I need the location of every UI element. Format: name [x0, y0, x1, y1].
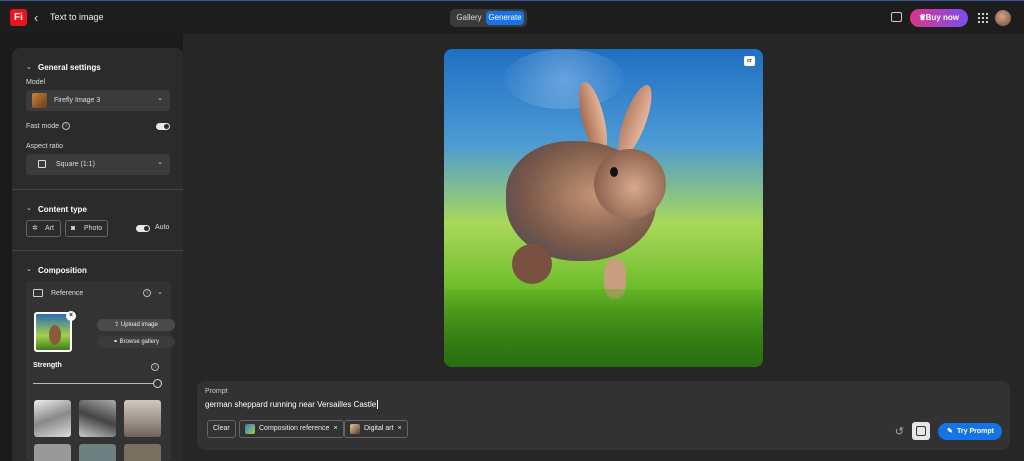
remove-reference-icon[interactable]: ×	[66, 311, 76, 321]
close-icon[interactable]: ×	[333, 421, 337, 437]
tab-generate[interactable]: Generate	[486, 11, 524, 25]
rabbit-shape	[49, 325, 61, 345]
view-switcher: Gallery Generate	[450, 9, 527, 27]
try-prompt-button[interactable]: ✎ Try Prompt	[938, 423, 1002, 440]
binoculars-icon: ⚭	[112, 339, 118, 345]
style-thumbnail[interactable]	[34, 400, 71, 437]
digital-art-chip[interactable]: Digital art ×	[344, 420, 408, 438]
chevron-down-icon: ⌄	[157, 159, 163, 166]
settings-sidebar: ⌄ General settings Model Firefly Image 3…	[12, 48, 183, 461]
apps-grid-icon[interactable]	[978, 13, 988, 23]
rabbit-head	[594, 149, 666, 219]
prompt-text: german sheppard running near Versailles …	[205, 400, 377, 409]
model-value: Firefly Image 3	[54, 97, 101, 104]
rabbit-leg	[512, 244, 552, 284]
image-reference-icon	[916, 426, 926, 436]
reference-label: Reference	[51, 290, 84, 297]
art-label: Art	[45, 225, 54, 232]
photo-label: Photo	[84, 225, 103, 232]
chip-thumbnail	[245, 424, 255, 434]
firefly-logo[interactable]: Fi	[10, 9, 27, 26]
style-thumbnail[interactable]	[124, 400, 161, 437]
edit-icon: ✎	[947, 428, 953, 435]
page-title: Text to image	[50, 12, 104, 22]
clear-label: Clear	[213, 425, 230, 432]
buy-now-label: Buy now	[925, 13, 959, 22]
reference-panel: Reference i ⌄ × ⇪ Upload image ⚭ Browse …	[26, 281, 175, 461]
buy-now-button[interactable]: ♛ Buy now	[910, 9, 968, 27]
upload-icon: ⇪	[114, 322, 120, 328]
art-button[interactable]: ✲ Art	[26, 220, 61, 237]
tab-gallery[interactable]: Gallery	[453, 11, 485, 25]
content-credentials-icon[interactable]: cr	[744, 56, 755, 66]
reference-icon	[33, 289, 43, 297]
browse-gallery-button[interactable]: ⚭ Browse gallery	[97, 336, 175, 348]
history-icon[interactable]: ↺	[895, 425, 904, 438]
top-bar: Fi ‹ Text to image Gallery Generate ♛ Bu…	[0, 0, 1024, 34]
rabbit-ear	[611, 81, 659, 160]
clear-button[interactable]: Clear	[207, 420, 236, 438]
style-thumbnail[interactable]	[34, 444, 71, 461]
try-prompt-label: Try Prompt	[957, 428, 994, 435]
photo-button[interactable]: ◙ Photo	[65, 220, 108, 237]
avatar[interactable]	[995, 10, 1011, 26]
chip-thumbnail	[350, 424, 360, 434]
strength-slider-handle[interactable]	[153, 379, 162, 388]
upload-image-button[interactable]: ⇪ Upload image	[97, 319, 175, 331]
prompt-input[interactable]: german sheppard running near Versailles …	[205, 400, 379, 410]
strength-label: Strength	[33, 362, 62, 369]
upload-image-label: Upload image	[120, 322, 158, 328]
strength-slider-track[interactable]	[33, 383, 155, 384]
model-select[interactable]: Firefly Image 3 ⌄	[26, 90, 170, 111]
composition-title: Composition	[38, 266, 87, 275]
chevron-left-icon[interactable]: ‹	[34, 10, 38, 25]
fast-mode-toggle[interactable]	[156, 123, 170, 130]
content-type-title: Content type	[38, 205, 87, 214]
auto-label: Auto	[155, 224, 170, 231]
divider	[12, 189, 183, 190]
prompt-label: Prompt	[205, 388, 228, 395]
fast-mode-label: Fast mode	[26, 123, 60, 130]
bokeh-light	[504, 49, 624, 109]
camera-icon: ◙	[71, 225, 76, 232]
composition-reference-chip[interactable]: Composition reference ×	[239, 420, 344, 438]
info-icon[interactable]: i	[151, 363, 159, 371]
grass	[444, 289, 763, 367]
model-label: Model	[26, 79, 46, 86]
info-icon[interactable]: i	[62, 122, 70, 130]
chip-label: Digital art	[364, 425, 394, 432]
chevron-down-icon[interactable]: ⌄	[26, 63, 32, 71]
divider	[12, 250, 183, 251]
aspect-ratio-select[interactable]: Square (1:1) ⌄	[26, 154, 170, 175]
chevron-down-icon: ⌄	[157, 95, 163, 102]
square-icon	[38, 160, 46, 168]
model-thumbnail	[32, 93, 47, 108]
chevron-down-icon[interactable]: ⌄	[157, 288, 163, 296]
browse-gallery-label: Browse gallery	[119, 339, 160, 345]
rabbit-eye	[610, 167, 618, 177]
chevron-down-icon[interactable]: ⌄	[26, 265, 32, 273]
reference-toggle-button[interactable]	[912, 422, 930, 440]
chevron-down-icon[interactable]: ⌄	[26, 204, 32, 212]
aspect-ratio-value: Square (1:1)	[56, 161, 95, 168]
feedback-icon[interactable]	[891, 12, 902, 22]
style-thumbnail[interactable]	[79, 444, 116, 461]
auto-toggle[interactable]	[136, 225, 150, 232]
art-icon: ✲	[32, 225, 38, 232]
aspect-ratio-label: Aspect ratio	[26, 143, 63, 150]
close-icon[interactable]: ×	[398, 421, 402, 437]
style-thumbnail[interactable]	[124, 444, 161, 461]
general-settings-title: General settings	[38, 63, 101, 72]
generated-image[interactable]: cr	[444, 49, 763, 367]
prompt-bar: Prompt german sheppard running near Vers…	[197, 381, 1010, 450]
crown-icon: ♛	[919, 13, 927, 22]
info-icon[interactable]: i	[143, 289, 151, 297]
chip-label: Composition reference	[259, 425, 330, 432]
style-thumbnail[interactable]	[79, 400, 116, 437]
